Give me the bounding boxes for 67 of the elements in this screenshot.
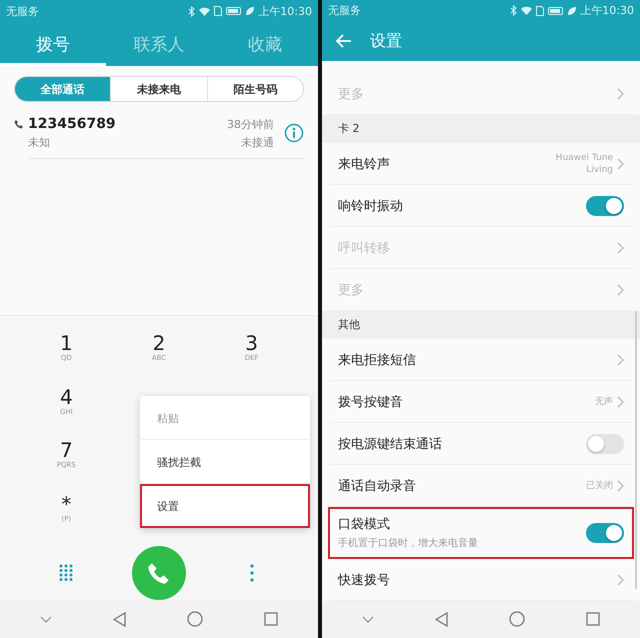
clock-text: 上午10:30	[580, 3, 634, 18]
caller-label: 未知	[28, 135, 51, 150]
setting-label: 口袋模式	[338, 516, 391, 534]
menu-item[interactable]: 设置	[140, 484, 310, 528]
clock-text: 上午10:30	[258, 4, 312, 18]
section-header: 卡 2	[322, 114, 640, 143]
dial-key-digit[interactable]: *	[61, 492, 72, 514]
page-title: 设置	[370, 30, 402, 52]
carrier-text: 无服务	[6, 4, 39, 18]
back-icon[interactable]	[435, 612, 448, 627]
setting-label[interactable]: 拨号按键音	[338, 393, 595, 412]
bluetooth-icon	[188, 6, 196, 16]
phone-number: 123456789	[28, 116, 117, 132]
battery-icon	[548, 6, 564, 15]
dial-key-digit[interactable]: 2	[152, 332, 166, 354]
info-icon[interactable]	[284, 123, 304, 143]
sim-card-icon	[536, 6, 544, 16]
setting-value: 无声	[595, 396, 613, 408]
chevron-right-icon	[617, 284, 624, 296]
setting-label[interactable]: 快速拨号	[338, 571, 617, 590]
leaf-icon	[568, 6, 576, 15]
setting-label: 响铃时振动	[338, 198, 404, 216]
dialpad-icon[interactable]	[59, 564, 74, 582]
setting-label[interactable]: 来电拒接短信	[338, 351, 617, 370]
dial-key-digit[interactable]: 7	[60, 439, 73, 461]
setting-value: 已关闭	[586, 480, 613, 492]
recents-icon[interactable]	[264, 612, 278, 626]
setting-description: 手机置于口袋时，增大来电音量	[338, 536, 479, 550]
home-icon[interactable]	[186, 611, 203, 627]
chevron-right-icon	[617, 396, 624, 408]
wifi-icon	[199, 6, 210, 16]
dial-key-digit[interactable]: 1	[60, 332, 73, 354]
battery-icon	[226, 7, 242, 15]
sim-card-icon	[214, 6, 222, 16]
dial-key-digit[interactable]: 4	[60, 386, 73, 408]
toggle-switch[interactable]	[586, 434, 624, 454]
setting-value: Huawei Tune Living	[554, 152, 613, 176]
toggle-switch[interactable]	[586, 196, 624, 216]
chevron-right-icon	[617, 354, 624, 366]
chevron-right-icon	[617, 480, 624, 492]
dial-key-digit[interactable]: 3	[245, 332, 258, 354]
phone-icon	[146, 561, 171, 585]
section-header: 其他	[322, 310, 640, 339]
chevron-right-icon	[617, 88, 624, 100]
recents-icon[interactable]	[586, 612, 600, 626]
back-arrow-icon[interactable]	[336, 34, 352, 48]
home-icon[interactable]	[508, 611, 525, 628]
menu-item[interactable]: 骚扰拦截	[140, 440, 310, 484]
carrier-text: 无服务	[328, 3, 361, 18]
chevron-right-icon	[617, 242, 624, 254]
wifi-icon	[521, 6, 532, 16]
bluetooth-icon	[510, 5, 518, 16]
chevron-down-icon[interactable]	[362, 616, 374, 623]
chevron-down-icon[interactable]	[40, 616, 52, 622]
chevron-right-icon	[617, 574, 624, 586]
phone-icon	[14, 119, 24, 129]
toggle-switch[interactable]	[586, 522, 624, 543]
setting-label: 按电源键结束通话	[338, 436, 443, 454]
call-status: 未接通	[241, 134, 274, 150]
call-time: 38分钟前	[227, 116, 274, 132]
filter-segment[interactable]: 陌生号码	[206, 77, 303, 101]
setting-label[interactable]: 来电铃声	[338, 155, 551, 174]
leaf-icon	[246, 7, 254, 15]
setting-label[interactable]: 通话自动录音	[338, 477, 586, 496]
more-options-icon[interactable]	[250, 564, 254, 582]
back-icon[interactable]	[113, 612, 126, 626]
chevron-right-icon	[617, 158, 624, 170]
